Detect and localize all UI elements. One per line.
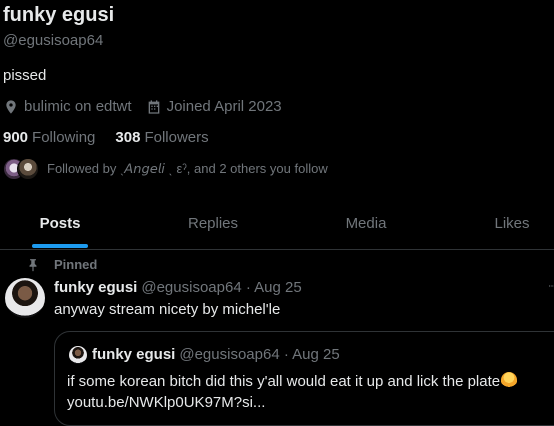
quoted-post-line1: if some korean bitch did this y'all woul…: [67, 373, 500, 390]
post-author-handle-time[interactable]: @egusisoap64 · Aug 25: [141, 279, 301, 296]
post-text: anyway stream nicety by michel'le: [54, 301, 280, 318]
following-count: 900: [3, 129, 28, 146]
quoted-author-handle-time: @egusisoap64 · Aug 25: [179, 346, 339, 363]
profile-bio: pissed: [3, 67, 46, 84]
quoted-post-text: if some korean bitch did this y'all woul…: [67, 371, 517, 413]
quoted-post-header: funky egusi @egusisoap64 · Aug 25: [92, 346, 340, 363]
profile-meta-row: bulimic on edtwt Joined April 2023: [3, 98, 282, 115]
calendar-icon: [146, 99, 162, 115]
more-icon: [548, 279, 554, 293]
post-header: funky egusi @egusisoap64 · Aug 25: [54, 279, 302, 296]
quoted-author-avatar: [69, 346, 87, 364]
followed-by-text: Followed by ˎ𝘈𝘯𝘨𝘦𝘭𝘪 ˎ εˀ, and 2 others y…: [47, 161, 328, 177]
person-gesturing-emoji-icon: [501, 372, 517, 388]
quoted-post[interactable]: funky egusi @egusisoap64 · Aug 25 if som…: [54, 331, 554, 426]
tab-likes[interactable]: Likes: [452, 198, 554, 249]
profile-joined: Joined April 2023: [146, 98, 282, 115]
quoted-author-name: funky egusi: [92, 346, 175, 363]
follower-avatar: [17, 158, 39, 180]
tab-media[interactable]: Media: [306, 198, 426, 249]
pinned-indicator: Pinned: [26, 257, 97, 272]
post-author-avatar[interactable]: [5, 278, 45, 318]
tab-posts[interactable]: Posts: [0, 198, 120, 249]
following-link[interactable]: 900 Following: [3, 129, 95, 146]
quoted-post-link[interactable]: youtu.be/NWKlp0UK97M?si...: [67, 394, 265, 411]
profile-display-name: funky egusi: [3, 4, 114, 27]
tab-replies[interactable]: Replies: [153, 198, 273, 249]
followers-count: 308: [115, 129, 140, 146]
post-more-button[interactable]: [548, 278, 554, 294]
location-pin-icon: [3, 99, 19, 115]
profile-location-text: bulimic on edtwt: [24, 98, 132, 115]
follow-stats: 900 Following 308 Followers: [3, 129, 209, 146]
active-tab-indicator: [32, 244, 88, 248]
profile-location: bulimic on edtwt: [3, 98, 132, 115]
pinned-label: Pinned: [54, 257, 97, 272]
following-label: Following: [32, 129, 95, 146]
profile-joined-text: Joined April 2023: [167, 98, 282, 115]
followers-link[interactable]: 308 Followers: [115, 129, 208, 146]
post-author-name[interactable]: funky egusi: [54, 279, 137, 296]
profile-tabs: Posts Replies Media Likes: [0, 198, 554, 250]
pin-icon: [26, 258, 40, 272]
followed-by-row[interactable]: Followed by ˎ𝘈𝘯𝘨𝘦𝘭𝘪 ˎ εˀ, and 2 others y…: [3, 158, 328, 180]
profile-handle: @egusisoap64: [3, 32, 103, 49]
followers-label: Followers: [144, 129, 208, 146]
